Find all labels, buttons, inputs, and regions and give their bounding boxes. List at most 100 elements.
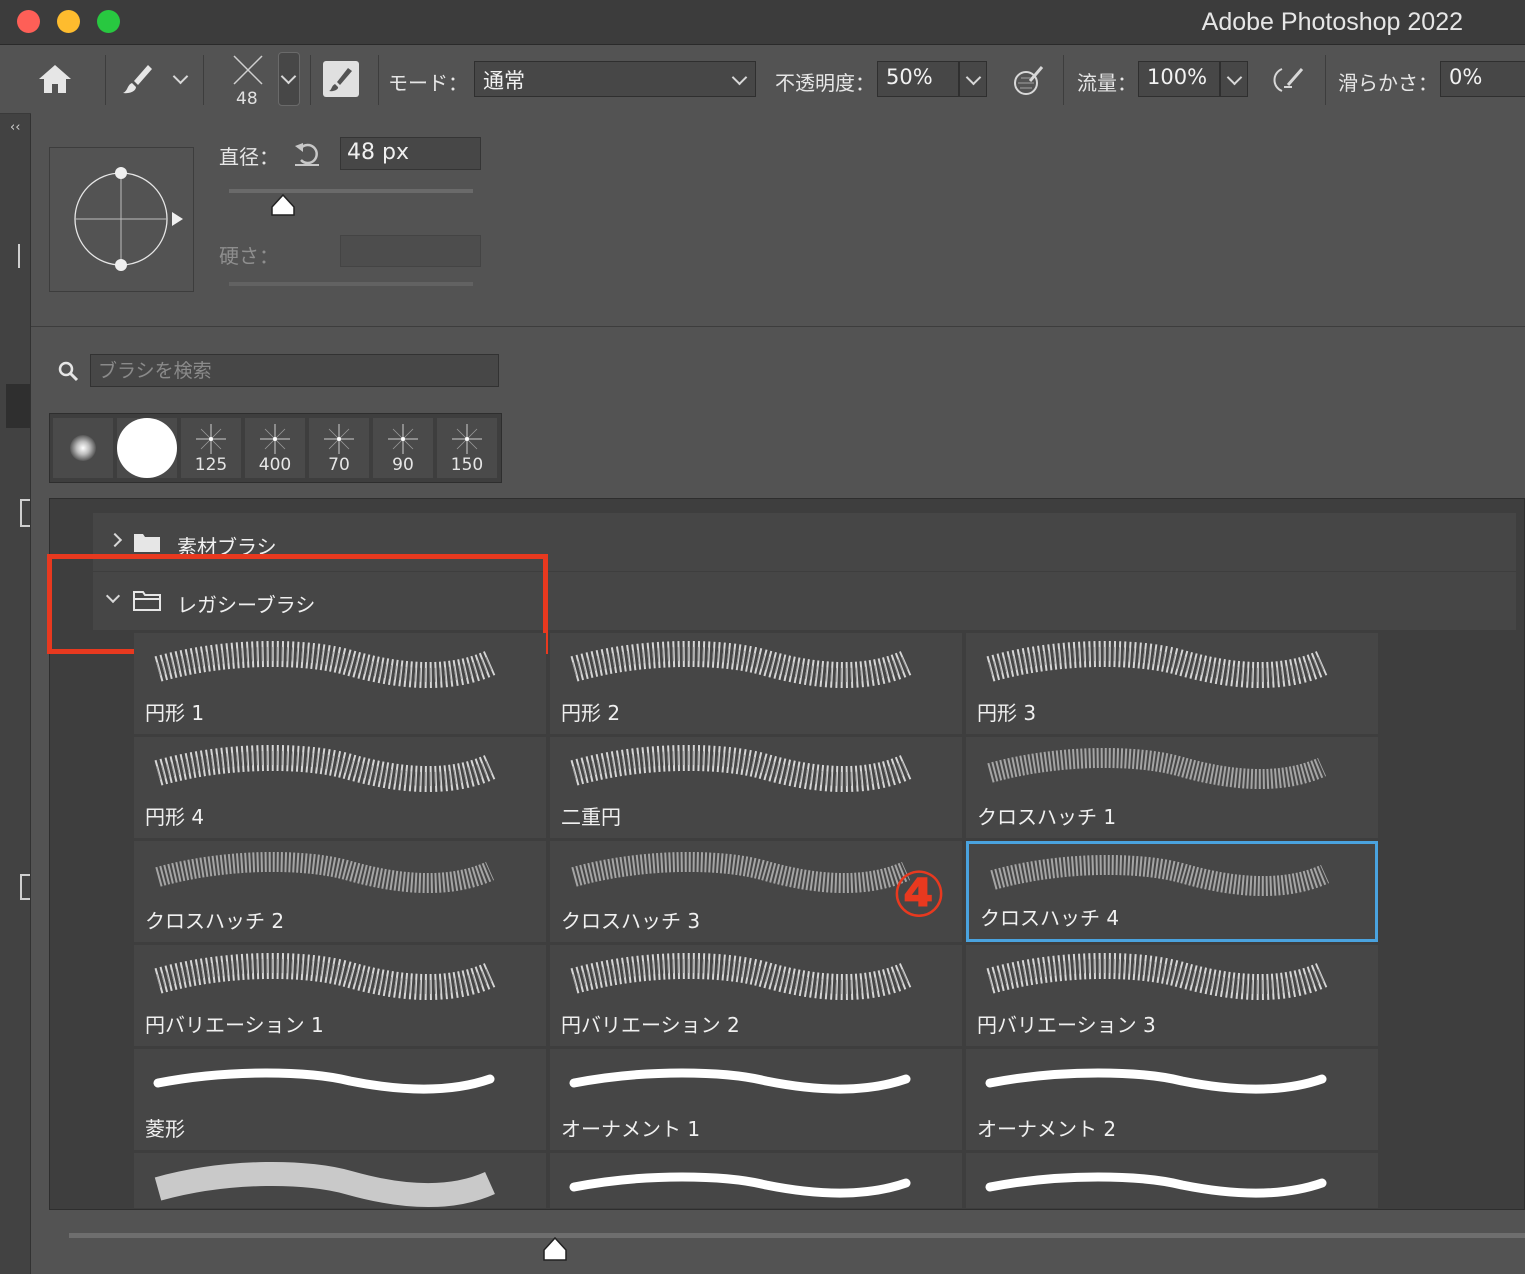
thumbnail-size-slider[interactable] (69, 1233, 1525, 1238)
tool-icon[interactable] (6, 384, 30, 428)
airbrush-icon (1273, 68, 1304, 92)
zoom-window-button[interactable] (97, 10, 120, 33)
brush-tile[interactable] (550, 1153, 962, 1208)
brush-name: 円バリエーション 3 (977, 1013, 1156, 1037)
diameter-value: 48 px (347, 140, 409, 165)
preset-star-90[interactable]: 90 (373, 418, 433, 478)
mode-select[interactable]: 通常 (474, 61, 756, 97)
brush-angle-preview[interactable] (49, 147, 194, 292)
brush-preset-picker[interactable]: 48 (226, 53, 270, 111)
tool-preset-picker[interactable] (118, 59, 193, 99)
preset-hard-round[interactable] (117, 418, 177, 478)
collapse-panel-icon[interactable]: ‹‹ (10, 120, 20, 135)
pressure-opacity-toggle[interactable] (1008, 61, 1048, 97)
preset-star-400[interactable]: 400 (245, 418, 305, 478)
brush-tile[interactable]: 円バリエーション 2 (550, 945, 962, 1046)
brush-stroke-preview (987, 747, 1327, 790)
brush-icon (123, 65, 152, 94)
brush-tile[interactable]: クロスハッチ 2 (134, 841, 546, 942)
brush-settings-icon (329, 68, 352, 92)
brush-stroke-preview (986, 953, 1328, 1001)
options-bar: 48 モード： 通常 不透明度： 50% 流量： 100% 滑らかさ： 0% (0, 45, 1525, 114)
hardness-label: 硬さ： (219, 244, 279, 268)
minimize-window-button[interactable] (57, 10, 80, 33)
recent-brushes: 125 400 70 90 150 (49, 413, 502, 483)
brush-stroke-preview (569, 1068, 911, 1094)
window-title: Adobe Photoshop 2022 (1201, 8, 1463, 36)
chevron-down-icon (280, 68, 297, 85)
diameter-label: 直径： (219, 145, 279, 169)
brush-name: クロスハッチ 3 (561, 909, 701, 933)
brush-tile[interactable]: 円形 3 (966, 633, 1378, 734)
opacity-field[interactable]: 50% (877, 61, 959, 97)
mode-label: モード： (388, 71, 468, 95)
brush-tile[interactable]: 円形 2 (550, 633, 962, 734)
flow-field[interactable]: 100% (1138, 61, 1220, 97)
brush-tile[interactable] (966, 1153, 1378, 1208)
brush-tile[interactable]: 菱形 (134, 1049, 546, 1150)
brush-stroke-preview (986, 641, 1328, 689)
star-brush-icon (196, 424, 226, 454)
hardness-slider (229, 282, 473, 286)
preset-star-150[interactable]: 150 (437, 418, 497, 478)
chevron-down-icon (731, 69, 748, 86)
brush-name: 二重円 (561, 805, 621, 829)
airbrush-toggle[interactable] (1268, 61, 1308, 97)
tool-icon[interactable] (18, 244, 30, 268)
brush-stroke-preview (154, 953, 496, 1001)
brush-tile-selected[interactable]: クロスハッチ 4 (966, 841, 1378, 942)
brush-name: クロスハッチ 2 (145, 909, 285, 933)
brush-tile[interactable]: 二重円 (550, 737, 962, 838)
preset-size: 150 (450, 455, 484, 475)
brush-tile[interactable]: オーナメント 1 (550, 1049, 962, 1150)
brush-stroke-preview (990, 854, 1330, 897)
hardness-field (340, 235, 481, 267)
opacity-value: 50% (886, 65, 933, 89)
brush-tile[interactable]: 円形 1 (134, 633, 546, 734)
slider-handle-icon (543, 1236, 567, 1261)
brush-stroke-preview (155, 851, 495, 894)
brush-stroke-preview (571, 851, 911, 894)
brush-tile[interactable]: 円バリエーション 3 (966, 945, 1378, 1046)
smoothing-value: 0% (1449, 65, 1483, 89)
preset-star-125[interactable]: 125 (181, 418, 241, 478)
chevron-down-icon (1226, 69, 1243, 86)
diameter-slider[interactable] (229, 189, 473, 193)
flow-dropdown[interactable] (1220, 61, 1248, 97)
chevron-down-icon (965, 69, 982, 86)
brush-name: 円形 1 (145, 701, 205, 725)
brush-stroke-preview (154, 745, 496, 793)
smoothing-field[interactable]: 0% (1440, 61, 1525, 97)
brush-tile[interactable]: クロスハッチ 1 (966, 737, 1378, 838)
preset-soft-round[interactable] (53, 418, 113, 478)
brush-settings-toggle[interactable] (323, 61, 359, 97)
brush-name: オーナメント 1 (561, 1117, 701, 1141)
thumbnail-size-handle[interactable] (542, 1236, 568, 1262)
home-button[interactable] (34, 59, 76, 99)
tool-icon[interactable] (20, 499, 30, 527)
brush-picker-dropdown[interactable] (278, 52, 300, 106)
brush-name: 円形 2 (561, 701, 621, 725)
tool-icon[interactable] (20, 874, 30, 900)
diameter-slider-handle[interactable] (270, 193, 296, 217)
close-window-button[interactable] (17, 10, 40, 33)
brush-tile[interactable]: オーナメント 2 (966, 1049, 1378, 1150)
reset-icon (295, 143, 319, 166)
brush-stroke-preview (570, 641, 912, 689)
preset-star-70[interactable]: 70 (309, 418, 369, 478)
diameter-field[interactable]: 48 px (340, 137, 481, 170)
folder-icon (134, 534, 160, 552)
preset-size: 90 (392, 455, 414, 475)
brush-tile[interactable]: 円バリエーション 1 (134, 945, 546, 1046)
brush-tile[interactable] (134, 1153, 546, 1208)
preset-size: 125 (194, 455, 228, 475)
brush-tile[interactable]: 円形 4 (134, 737, 546, 838)
preset-size: 70 (328, 455, 350, 475)
brush-name: 円形 4 (145, 805, 205, 829)
hard-round-brush-icon (117, 418, 177, 478)
slider-handle-icon (271, 193, 295, 216)
opacity-dropdown[interactable] (959, 61, 987, 97)
soft-round-brush-icon (70, 435, 96, 461)
reset-size-button[interactable] (292, 138, 322, 168)
brush-search-input[interactable] (90, 354, 499, 387)
